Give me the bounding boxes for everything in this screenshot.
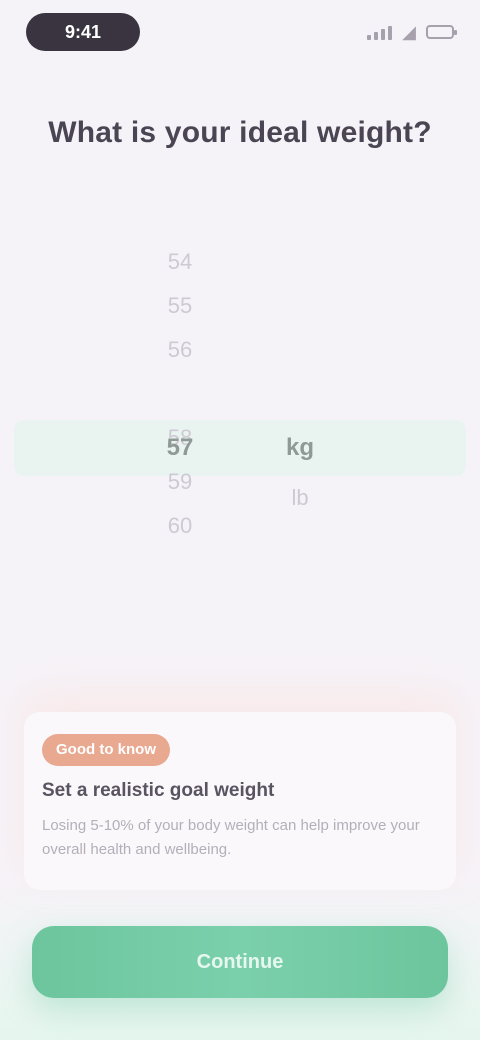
unit-options: lb: [240, 476, 360, 536]
selected-weight-value[interactable]: 57: [167, 420, 194, 476]
selected-unit[interactable]: kg: [286, 420, 314, 476]
continue-button[interactable]: Continue: [32, 926, 448, 998]
tip-badge: Good to know: [42, 734, 170, 766]
picker-option[interactable]: 54: [168, 240, 192, 284]
tip-body: Losing 5-10% of your body weight can hel…: [42, 817, 420, 858]
picker-option[interactable]: lb: [291, 476, 308, 520]
weight-picker[interactable]: 54 55 56 57 58 59 60 57 kg lb: [0, 240, 480, 640]
status-bar: 9:41 ◢: [0, 0, 480, 64]
selected-value-wrap: 57: [120, 420, 240, 476]
unit-wheel[interactable]: kg: [240, 420, 360, 476]
tip-title: Set a realistic goal weight: [42, 780, 275, 801]
battery-icon: [426, 25, 457, 39]
picker-option[interactable]: 55: [168, 284, 192, 328]
wifi-icon: ◢: [402, 22, 416, 42]
page-title: What is your ideal weight?: [48, 116, 432, 149]
picker-option[interactable]: 56: [168, 328, 192, 372]
signal-icon: [367, 24, 393, 40]
tip-card: Good to know Set a realistic goal weight…: [24, 712, 456, 890]
status-icons: ◢: [367, 22, 457, 42]
picker-option[interactable]: 60: [168, 504, 192, 548]
status-time: 9:41: [26, 13, 140, 51]
